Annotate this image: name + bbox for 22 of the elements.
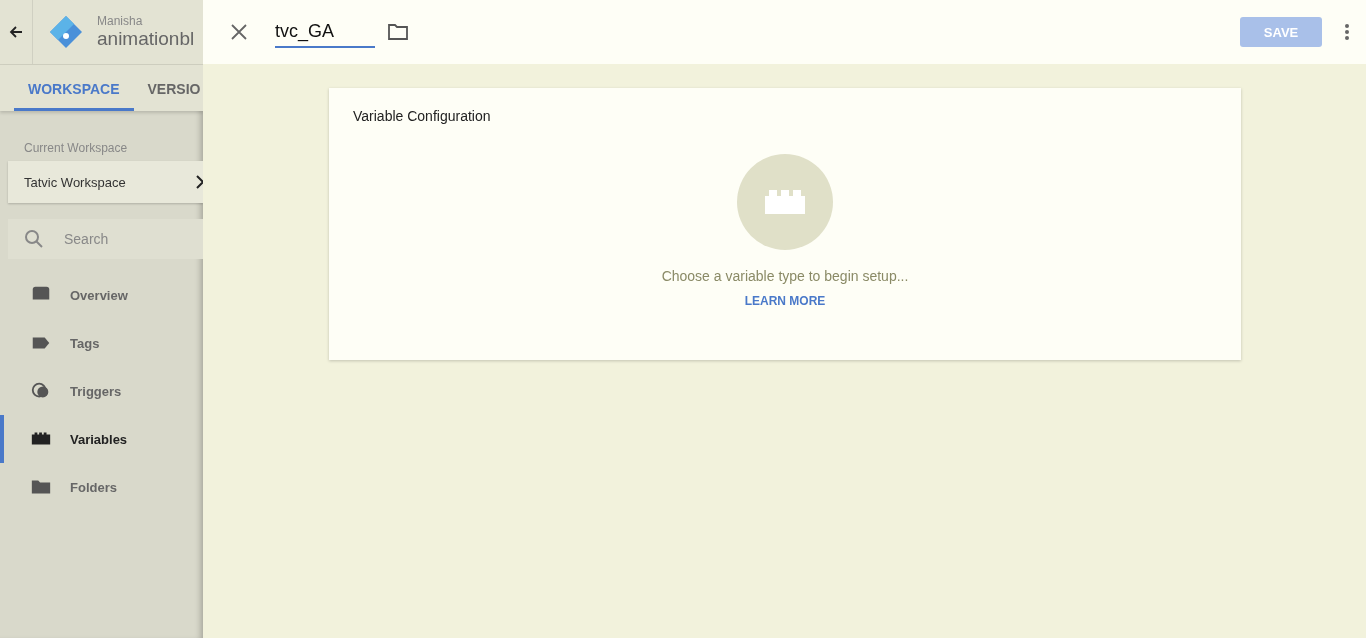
back-arrow-icon[interactable] [9, 25, 23, 39]
workspace-label: Current Workspace [24, 141, 129, 155]
diamond-logo-icon [49, 15, 83, 49]
nav-item[interactable]: Triggers [0, 367, 203, 415]
workspace-selector[interactable]: Tatvic Workspace [8, 161, 203, 203]
folder-icon[interactable] [387, 22, 409, 42]
container-name: animationbl [97, 28, 195, 50]
tab[interactable]: WORKSPACE [14, 65, 134, 111]
card-title: Variable Configuration [353, 108, 491, 124]
name-input-field[interactable]: tvc_GA [275, 16, 375, 48]
nav-item[interactable]: Folders [0, 463, 203, 511]
empty-message: Choose a variable type to begin setup... [661, 268, 909, 284]
more-menu-icon[interactable] [1344, 23, 1350, 41]
tab[interactable]: VERSIO [133, 65, 203, 111]
search-field[interactable]: Search [8, 219, 203, 259]
nav-item[interactable]: Overview [0, 271, 203, 319]
learn-more-link[interactable]: LEARN MORE [744, 294, 826, 308]
chevron-right-icon [195, 175, 203, 189]
nav-item[interactable]: Tags [0, 319, 203, 367]
brick-icon [765, 190, 805, 214]
account-name: Manisha [97, 14, 144, 28]
search-icon [24, 229, 44, 249]
